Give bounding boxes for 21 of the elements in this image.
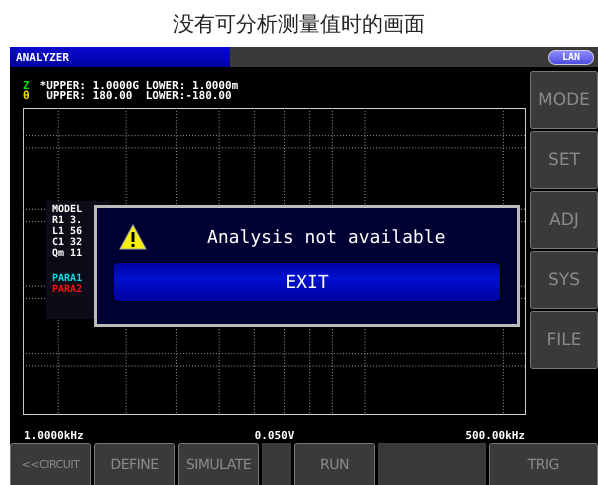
limit-values: *UPPER: 1.0000G LOWER: 1.0000m — [40, 81, 238, 91]
screen-title: ANALYZER — [10, 47, 230, 67]
lan-badge: LAN — [548, 50, 594, 64]
model-value: L1 56 — [52, 226, 84, 237]
parameter-label: θ — [23, 91, 30, 101]
axis-label: 0.050V — [254, 429, 294, 443]
caption-title: 没有可分析测量值时的画面 — [172, 10, 426, 38]
empty-key-panel — [262, 443, 291, 485]
exit-button[interactable]: EXIT — [113, 262, 501, 302]
dialog-message: Analysis not available — [207, 226, 446, 248]
axis-label: 500.00kHz — [465, 429, 525, 443]
model-value: C1 32 — [52, 237, 84, 248]
model-title: MODEL — [52, 204, 84, 215]
parameter-label: Z — [23, 81, 30, 91]
parameter-label: PARA2 — [52, 284, 84, 295]
model-value: R1 3. — [52, 215, 84, 226]
model-value: Qm 11 — [52, 248, 84, 259]
axis-label: 1.0000kHz — [24, 429, 84, 443]
warning-icon — [119, 224, 147, 250]
limit-values: UPPER: 180.00 LOWER:-180.00 — [46, 91, 232, 101]
parameter-label: PARA1 — [52, 273, 84, 284]
